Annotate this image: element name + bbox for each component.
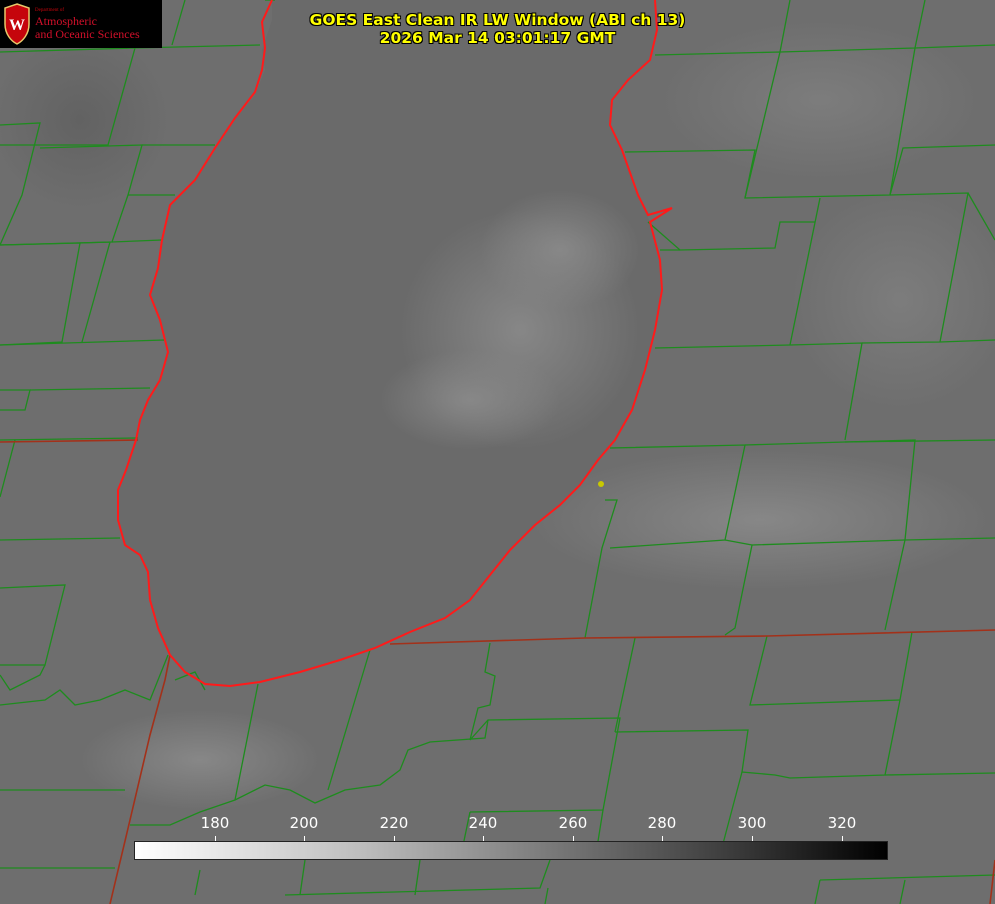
colorbar-tick-label: 280 <box>647 814 677 832</box>
title-line-1: GOES East Clean IR LW Window (ABI ch 13) <box>309 11 686 29</box>
temperature-colorbar <box>134 841 888 860</box>
cloud-patch <box>530 450 990 590</box>
colorbar-tick-label: 220 <box>379 814 409 832</box>
station-marker <box>598 481 604 487</box>
cloud-patch <box>80 710 320 810</box>
colorbar-tick-label: 300 <box>737 814 767 832</box>
colorbar-tick-label: 200 <box>289 814 319 832</box>
colorbar-tick-label: 240 <box>468 814 498 832</box>
colorbar-labels: 180 200 220 240 260 280 300 320 <box>0 814 995 834</box>
colorbar-tick-label: 180 <box>200 814 230 832</box>
colorbar-tick-label: 320 <box>827 814 857 832</box>
satellite-map <box>0 0 995 904</box>
cloud-over-lake <box>480 190 640 310</box>
title-timestamp: 2026 Mar 14 03:01:17 GMT <box>379 29 616 47</box>
image-title: GOES East Clean IR LW Window (ABI ch 13)… <box>0 11 995 47</box>
cloud-over-lake <box>380 350 560 450</box>
colorbar-tick-label: 260 <box>558 814 588 832</box>
